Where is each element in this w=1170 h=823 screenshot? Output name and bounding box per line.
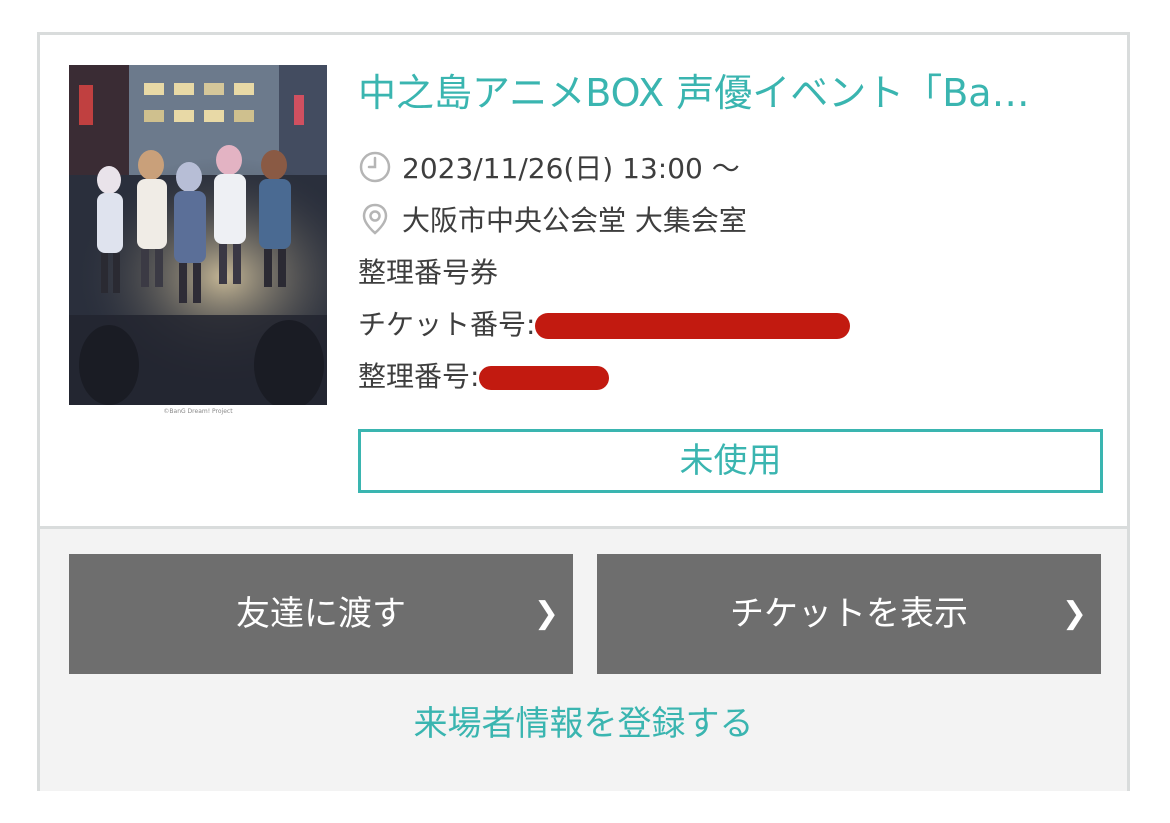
- seat-number-redaction: [479, 366, 610, 390]
- actions-section: 友達に渡す ❯ チケットを表示 ❯ 来場者情報を登録する: [40, 529, 1127, 791]
- show-ticket-label: チケットを表示: [730, 594, 968, 634]
- event-date: 2023/11/26(日) 13:00 ～: [402, 152, 740, 185]
- ticket-info-section: ©BanG Dream! Project 中之島アニメBOX 声優イベント「Ba…: [40, 35, 1127, 526]
- poster-copyright: ©BanG Dream! Project: [69, 405, 327, 419]
- ticket-number-label: チケット番号:: [358, 308, 536, 341]
- location-pin-icon: [362, 203, 388, 235]
- event-date-row: 2023/11/26(日) 13:00 ～: [358, 149, 740, 189]
- status-badge: 未使用: [358, 429, 1103, 493]
- ticket-card: ©BanG Dream! Project 中之島アニメBOX 声優イベント「Ba…: [37, 32, 1130, 791]
- event-title[interactable]: 中之島アニメBOX 声優イベント「Ba…: [358, 67, 1103, 119]
- ticket-number-row: チケット番号:: [358, 305, 851, 345]
- chevron-right-icon: ❯: [1061, 596, 1087, 631]
- give-to-friend-label: 友達に渡す: [236, 594, 406, 634]
- event-venue-row: 大阪市中央公会堂 大集会室: [358, 201, 747, 241]
- ticket-number-redaction: [535, 313, 851, 339]
- clock-icon: [359, 151, 391, 183]
- give-to-friend-button[interactable]: 友達に渡す ❯: [69, 554, 573, 674]
- chevron-right-icon: ❯: [533, 596, 559, 631]
- register-attendee-link[interactable]: 来場者情報を登録する: [40, 699, 1127, 749]
- event-poster-image: ©BanG Dream! Project: [69, 65, 327, 419]
- show-ticket-button[interactable]: チケットを表示 ❯: [597, 554, 1101, 674]
- seat-number-row: 整理番号:: [358, 357, 610, 397]
- ticket-type: 整理番号券: [358, 256, 499, 289]
- event-venue: 大阪市中央公会堂 大集会室: [402, 204, 747, 237]
- seat-number-label: 整理番号:: [358, 360, 480, 393]
